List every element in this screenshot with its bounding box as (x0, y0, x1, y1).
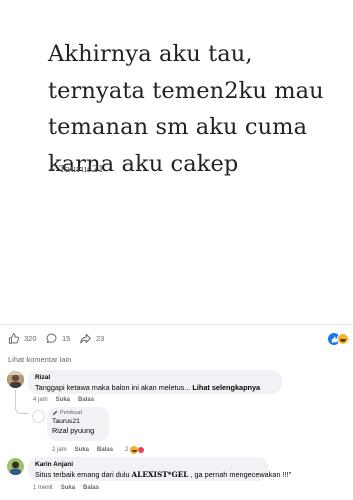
comment-count: 15 (62, 334, 71, 343)
haha-reaction-icon (337, 333, 349, 345)
like-action[interactable]: 320 (8, 333, 37, 344)
share-action[interactable]: 23 (80, 333, 104, 344)
comment-author[interactable]: Rizal (35, 374, 275, 381)
comment-bubble: Pembuat Taurus21 Rizal pyuung (47, 407, 109, 441)
comment-body-end: , ga pernah mengecewakan !!!" (188, 470, 292, 479)
comment-actions: 1 menit Suka Balas (33, 485, 99, 491)
comment-highlight: ALEXIST*GEL (131, 470, 189, 479)
comment-author[interactable]: Karin Anjani (35, 461, 261, 468)
comment-actions: 4 jam Suka Balas (33, 397, 94, 403)
quote-text: Akhirnya aku tau, ternyata temen2ku mau … (48, 41, 324, 177)
like-count: 320 (24, 334, 37, 343)
pencil-icon (52, 410, 58, 416)
thumbs-up-icon (8, 333, 19, 344)
author-badge: Pembuat (52, 410, 104, 416)
more-comments-link[interactable]: Lihat komentar lain (8, 355, 71, 364)
reaction-count: 2 (125, 447, 129, 453)
see-more-link[interactable]: Lihat selengkapnya (192, 383, 260, 392)
comment-text: Situs terbaik emang dari dulu ALEXIST*GE… (35, 470, 291, 479)
comment-bubble: Rizal Tanggapi ketawa maka balon ini aka… (28, 370, 282, 394)
avatar[interactable] (7, 371, 24, 388)
reply-button[interactable]: Balas (83, 485, 99, 491)
comment-icon (46, 333, 57, 344)
comment-actions: 2 jam Suka Balas 2 (52, 446, 146, 454)
comment-bubble: Karin Anjani Situs terbaik emang dari du… (28, 457, 291, 481)
comment-body: Tanggapi ketawa maka balon ini akan mele… (35, 383, 191, 392)
avatar[interactable] (7, 458, 24, 475)
reaction-emojis[interactable] (328, 333, 349, 345)
heart-reaction-icon (137, 446, 146, 454)
comment-reactions[interactable]: 2 (125, 446, 146, 454)
comment-text: Rizal pyuung (52, 426, 95, 435)
like-button[interactable]: Suka (61, 485, 75, 491)
share-icon (80, 333, 91, 344)
like-button[interactable]: Suka (56, 397, 70, 403)
comment-time[interactable]: 2 jam (52, 447, 67, 453)
comment-text: Tanggapi ketawa maka balon ini akan mele… (35, 383, 275, 392)
reply-button[interactable]: Balas (78, 397, 94, 403)
comment-body: Situs terbaik emang dari dulu (35, 470, 132, 479)
reaction-bar: 320 15 23 (0, 330, 353, 350)
comment-time[interactable]: 1 menit (33, 485, 53, 491)
thread-line (15, 390, 29, 414)
comment-time[interactable]: 4 jam (33, 397, 48, 403)
comment-author[interactable]: Taurus21 (52, 418, 104, 425)
share-count: 23 (96, 334, 105, 343)
quote-author: ~ Taurus21 (48, 164, 104, 175)
avatar[interactable] (32, 410, 45, 423)
reply-button[interactable]: Balas (97, 447, 113, 453)
like-button[interactable]: Suka (75, 447, 89, 453)
post-image[interactable]: Akhirnya aku tau, ternyata temen2ku mau … (0, 0, 353, 325)
badge-label: Pembuat (60, 410, 83, 416)
comment-action[interactable]: 15 (46, 333, 70, 344)
